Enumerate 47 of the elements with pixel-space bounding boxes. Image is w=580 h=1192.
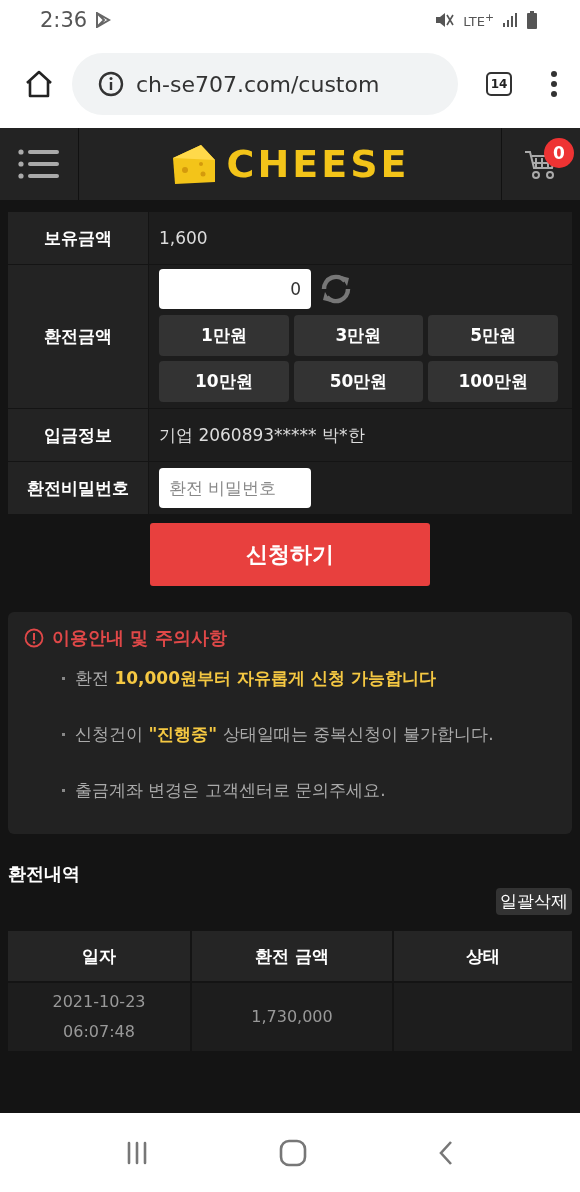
cart-count-badge: 0 bbox=[544, 138, 574, 168]
warning-icon bbox=[24, 628, 44, 648]
quick-amount-button[interactable]: 1만원 bbox=[159, 315, 289, 356]
status-time: 2:36 bbox=[40, 8, 88, 32]
field-label: 환전비밀번호 bbox=[8, 462, 148, 514]
date-cell-text: 2021-10-23 06:07:48 bbox=[52, 991, 146, 1043]
network-label: LTE$^{+}$ bbox=[463, 10, 494, 30]
tab-count-button[interactable]: 14 bbox=[486, 72, 512, 96]
play-store-icon bbox=[95, 12, 112, 28]
refresh-icon[interactable] bbox=[319, 273, 353, 305]
column-header: 일자 bbox=[8, 931, 190, 981]
field-label: 환전금액 bbox=[8, 265, 148, 408]
info-icon bbox=[98, 71, 124, 97]
quick-amount-button[interactable]: 5만원 bbox=[428, 315, 558, 356]
field-label: 보유금액 bbox=[8, 212, 148, 264]
balance-value: 1,600 bbox=[159, 228, 208, 248]
back-icon[interactable] bbox=[438, 1139, 455, 1166]
recent-apps-icon[interactable] bbox=[125, 1140, 148, 1165]
url-text: ch-se707.com/custom bbox=[136, 71, 380, 97]
home-icon[interactable] bbox=[24, 70, 54, 98]
notice-title: 이용안내 및 주의사항 bbox=[52, 626, 227, 650]
menu-icon[interactable] bbox=[18, 149, 60, 179]
quick-amount-button[interactable]: 50만원 bbox=[293, 361, 424, 402]
more-icon[interactable] bbox=[550, 70, 558, 98]
notice-text: 신청건이 "진행중" 상태일때는 중복신청이 불가합니다. bbox=[75, 722, 494, 746]
quick-amount-button[interactable]: 3만원 bbox=[293, 315, 424, 356]
column-header: 환전 금액 bbox=[192, 931, 392, 981]
home-button-icon[interactable] bbox=[279, 1138, 307, 1167]
amount-field[interactable]: 0 bbox=[159, 269, 311, 309]
mute-icon bbox=[435, 12, 456, 28]
notice-text: 출금계좌 변경은 고객센터로 문의주세요. bbox=[75, 778, 386, 802]
quick-amount-button[interactable]: 10만원 bbox=[159, 361, 289, 402]
amount-cell-text: 1,730,000 bbox=[251, 1006, 333, 1028]
quick-amount-button[interactable]: 100만원 bbox=[428, 361, 558, 402]
delete-all-button[interactable]: 일괄삭제 bbox=[496, 888, 572, 915]
field-label: 입금정보 bbox=[8, 409, 148, 461]
signal-icon bbox=[502, 12, 518, 28]
cheese-icon bbox=[170, 144, 217, 184]
deposit-info: 기업 2060893***** 박*한 bbox=[159, 423, 365, 447]
site-logo[interactable]: CHEESE bbox=[226, 142, 410, 186]
address-bar[interactable]: ch-se707.com/custom bbox=[72, 53, 458, 115]
column-header: 상태 bbox=[394, 931, 572, 981]
password-field[interactable]: 환전 비밀번호 bbox=[159, 468, 311, 508]
history-title: 환전내역 bbox=[8, 862, 81, 886]
notice-text: 환전 10,000원부터 자유롭게 신청 가능합니다 bbox=[75, 666, 436, 690]
battery-icon bbox=[526, 11, 538, 29]
submit-button[interactable]: 신청하기 bbox=[150, 523, 430, 586]
